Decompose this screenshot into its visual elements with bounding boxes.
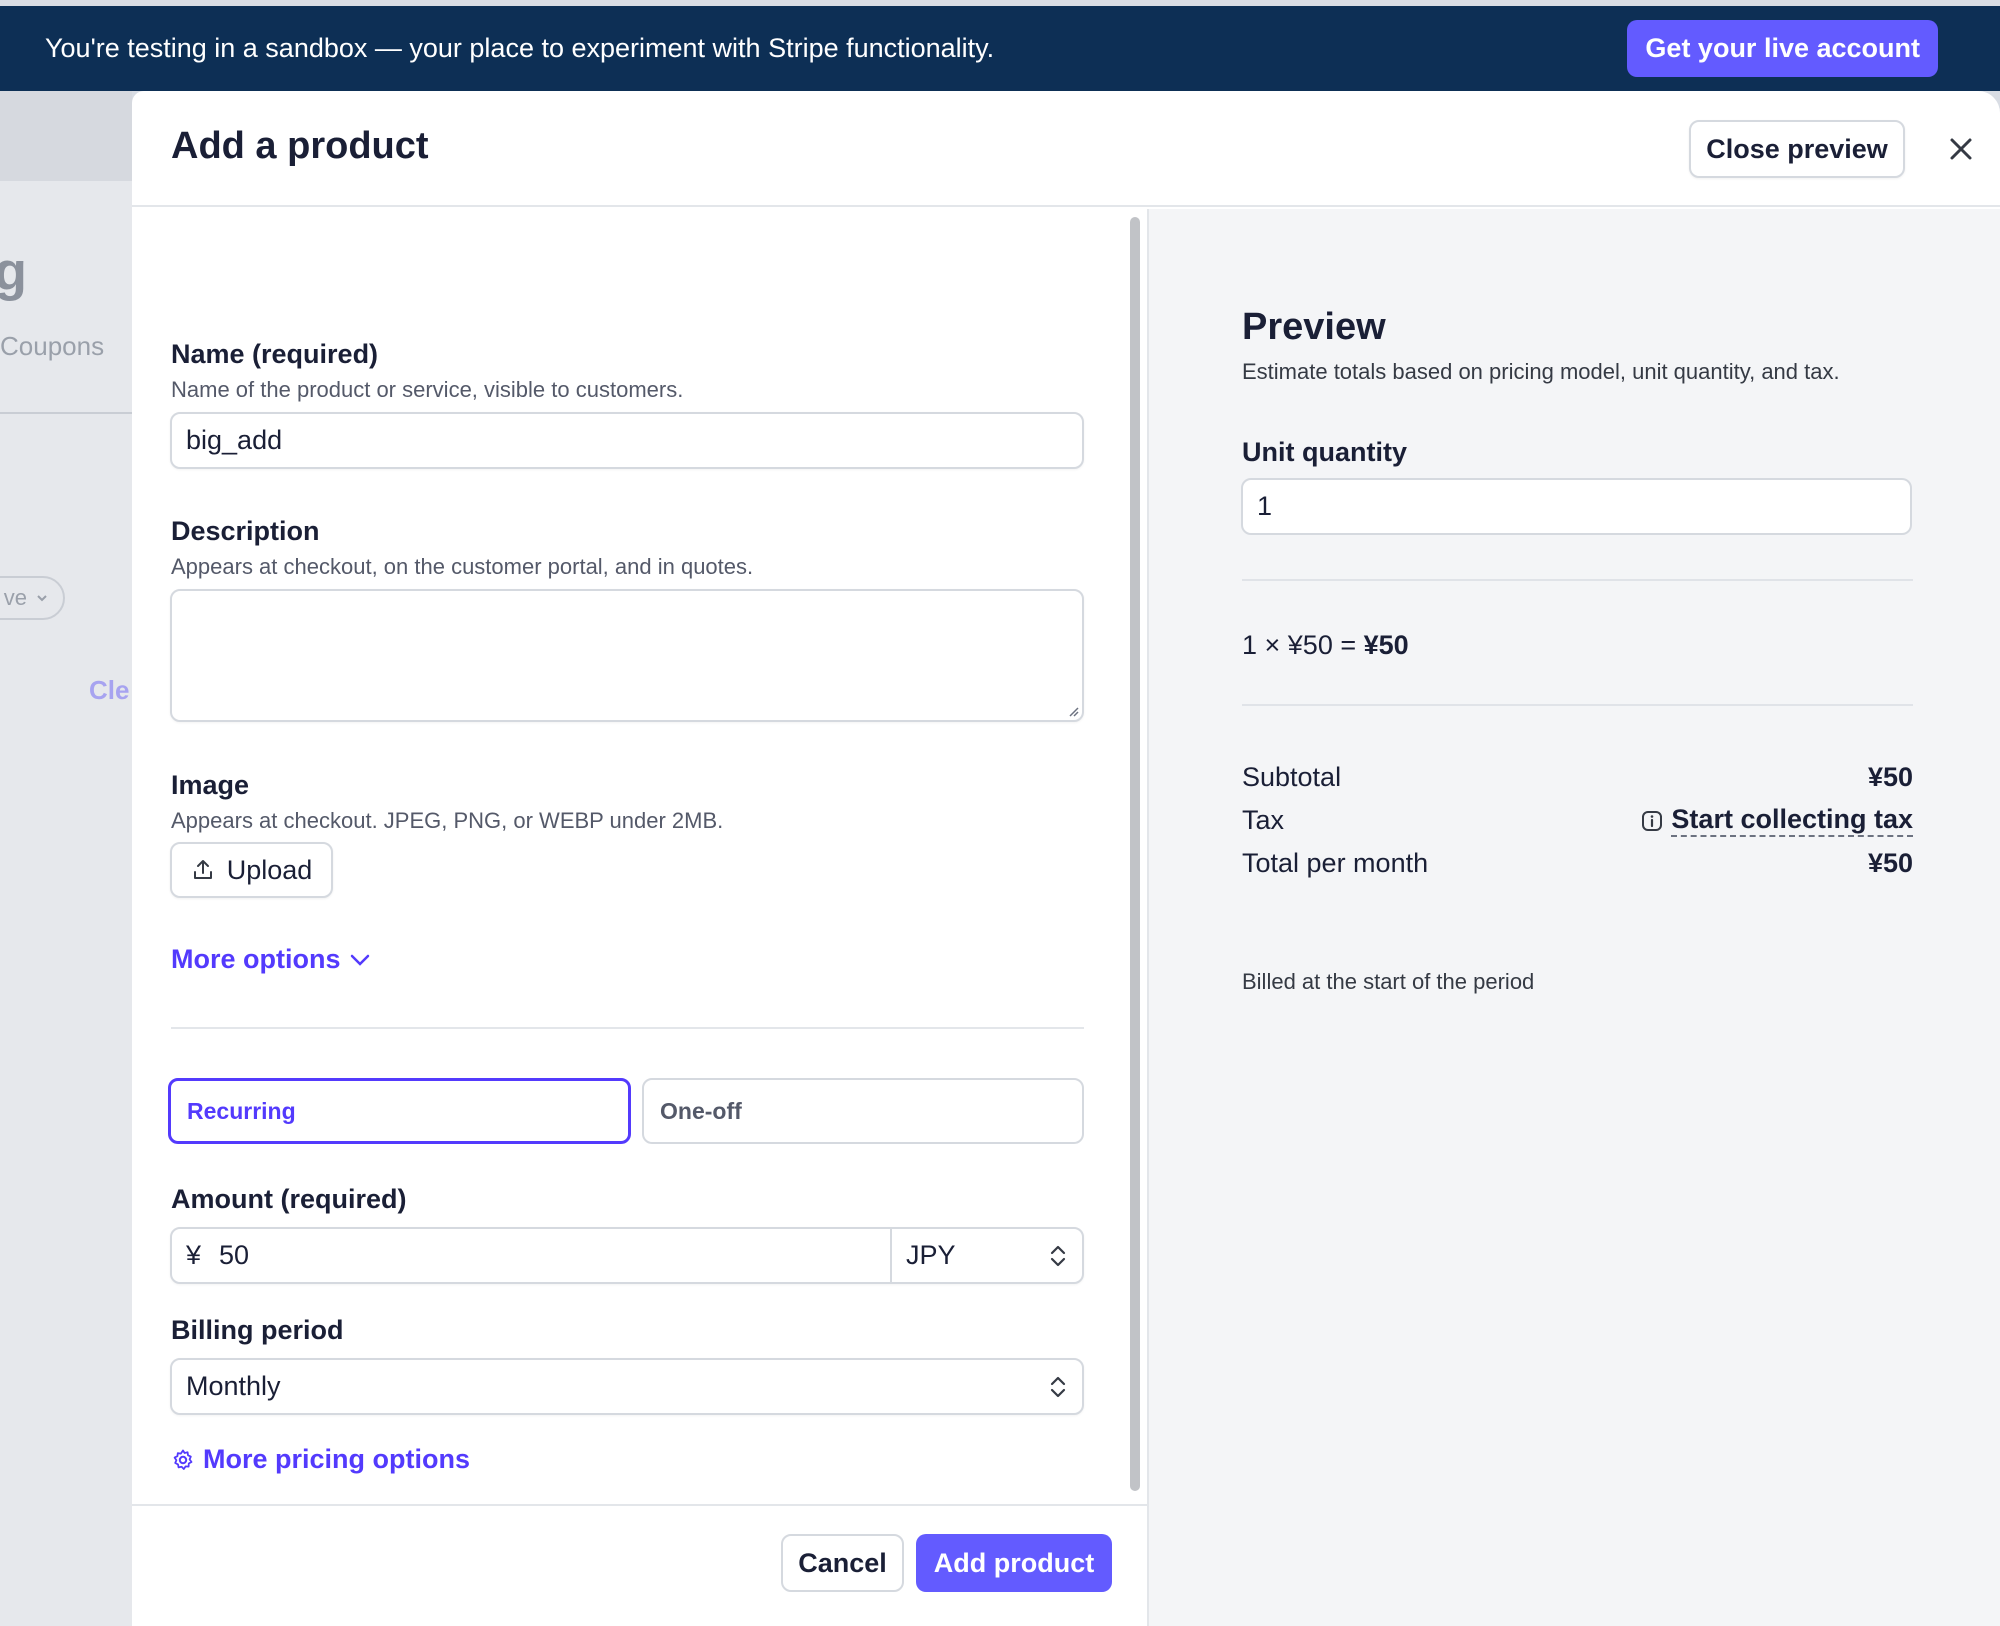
price-calculation: 1 × ¥50 = ¥50 <box>1242 630 1409 661</box>
currency-symbol: ¥ <box>186 1240 202 1270</box>
unit-quantity-input[interactable]: 1 <box>1241 478 1912 535</box>
total-label: Total per month <box>1242 848 1429 878</box>
modal-header: Add a product Close preview <box>132 91 2000 207</box>
background-divider <box>0 412 132 414</box>
upload-icon <box>193 860 212 879</box>
currency-value: JPY <box>906 1240 956 1270</box>
billing-period-label: Billing period <box>171 1315 344 1345</box>
subtotal-value: ¥50 <box>1867 762 1913 792</box>
modal-footer: Cancel Add product <box>132 1504 1147 1626</box>
chevron-down-icon <box>350 954 369 966</box>
billing-period-select[interactable]: Monthly <box>170 1358 1084 1415</box>
background-filter-label: ve <box>3 585 27 610</box>
cancel-button[interactable]: Cancel <box>781 1534 904 1592</box>
upload-button[interactable]: Upload <box>170 842 333 898</box>
sandbox-banner: You're testing in a sandbox — your place… <box>0 6 2000 91</box>
currency-select[interactable]: JPY <box>890 1229 1082 1282</box>
calc-expression: 1 × ¥50 = <box>1242 630 1364 660</box>
preview-divider <box>1242 579 1913 581</box>
subtotal-label: Subtotal <box>1242 762 1342 792</box>
start-collecting-tax-link[interactable]: Start collecting tax <box>1641 804 1913 837</box>
preview-pane: Preview Estimate totals based on pricing… <box>1147 209 2000 1626</box>
unit-quantity-value: 1 <box>1257 491 1273 521</box>
form-scrollbar[interactable] <box>1127 213 1143 1495</box>
sandbox-banner-text: You're testing in a sandbox — your place… <box>45 33 995 63</box>
total-value: ¥50 <box>1867 848 1913 878</box>
image-label: Image <box>171 770 250 800</box>
form-divider <box>171 1027 1084 1029</box>
name-input-value: big_add <box>186 425 283 455</box>
preview-divider <box>1242 704 1913 706</box>
upload-label: Upload <box>226 854 313 885</box>
more-options-label: More options <box>171 944 341 974</box>
background-header-band <box>0 91 132 181</box>
gear-icon <box>173 1449 193 1470</box>
amount-field: ¥ 50 JPY <box>170 1227 1084 1284</box>
product-form: Name (required) Name of the product or s… <box>132 209 1147 1504</box>
pricing-one-off-option[interactable]: One-off <box>642 1078 1084 1144</box>
info-icon <box>1642 810 1663 831</box>
billing-period-value: Monthly <box>186 1371 281 1401</box>
add-product-modal: Add a product Close preview Name (requir… <box>132 91 2000 1626</box>
preview-title: Preview <box>1242 306 1386 348</box>
tax-label: Tax <box>1242 805 1285 836</box>
select-arrows-icon <box>1050 1245 1066 1266</box>
add-product-button[interactable]: Add product <box>916 1534 1112 1592</box>
chevron-down-icon <box>37 595 47 602</box>
description-help: Appears at checkout, on the customer por… <box>171 554 754 579</box>
background-page: g Coupons ve Cle <box>0 91 132 1626</box>
calc-result: ¥50 <box>1363 630 1409 660</box>
unit-quantity-label: Unit quantity <box>1242 437 1407 467</box>
scrollbar-thumb[interactable] <box>1130 217 1140 1491</box>
name-input[interactable]: big_add <box>170 412 1084 469</box>
billed-note: Billed at the start of the period <box>1242 969 1535 994</box>
amount-input[interactable]: ¥ 50 <box>172 1229 890 1282</box>
more-pricing-options-label: More pricing options <box>203 1444 470 1474</box>
subtotal-row: Subtotal ¥50 <box>1242 762 1913 793</box>
modal-title: Add a product <box>171 125 429 167</box>
close-preview-button[interactable]: Close preview <box>1689 120 1905 178</box>
name-help: Name of the product or service, visible … <box>171 377 684 402</box>
select-arrows-icon <box>1050 1376 1066 1397</box>
close-icon[interactable] <box>1939 127 1983 171</box>
background-page-title: g <box>0 242 27 302</box>
get-live-account-button[interactable]: Get your live account <box>1627 20 1938 77</box>
description-textarea[interactable] <box>170 589 1084 722</box>
amount-label: Amount (required) <box>171 1184 407 1214</box>
background-clear-link: Cle <box>89 675 130 705</box>
amount-value: 50 <box>219 1240 250 1270</box>
tax-row: Tax Start collecting tax <box>1242 804 1913 837</box>
more-options-link[interactable]: More options <box>171 944 371 975</box>
resize-grip-icon[interactable] <box>1065 703 1079 717</box>
preview-subtitle: Estimate totals based on pricing model, … <box>1242 359 1840 384</box>
background-filter-pill: ve <box>0 576 65 620</box>
image-help: Appears at checkout. JPEG, PNG, or WEBP … <box>171 808 724 833</box>
description-label: Description <box>171 516 320 546</box>
background-tab-coupons: Coupons <box>0 331 105 361</box>
start-collecting-tax-label: Start collecting tax <box>1671 804 1913 837</box>
pricing-recurring-option[interactable]: Recurring <box>168 1078 631 1144</box>
more-pricing-options-link[interactable]: More pricing options <box>171 1444 470 1475</box>
name-label: Name (required) <box>171 339 379 369</box>
total-row: Total per month ¥50 <box>1242 848 1913 879</box>
